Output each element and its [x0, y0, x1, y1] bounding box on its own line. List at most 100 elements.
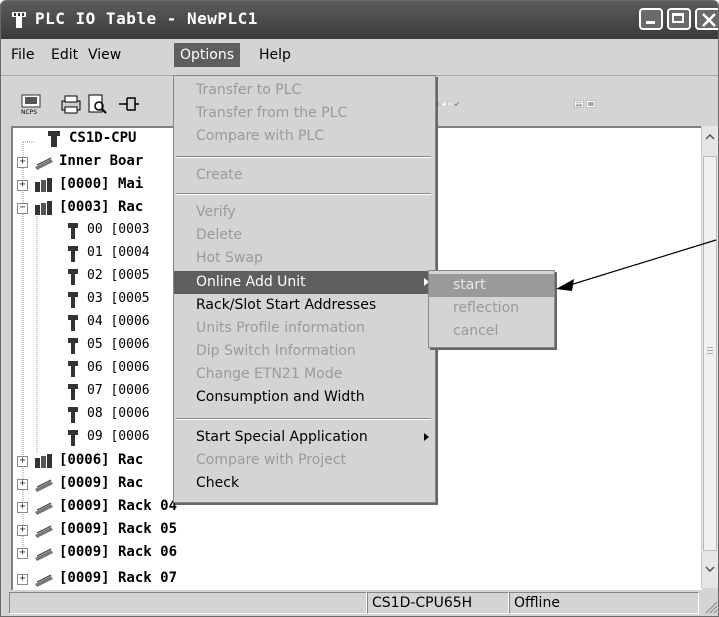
menu-item-start-special-application[interactable]: Start Special Application: [174, 426, 435, 449]
unit-icon: [68, 338, 78, 354]
status-cpu-model: CS1D-CPU65H: [367, 592, 509, 614]
tree-item-label: 00 [0003: [87, 222, 150, 237]
close-icon: [702, 13, 716, 27]
board-icon: [35, 525, 53, 538]
menu-item-delete[interactable]: Delete: [174, 224, 435, 247]
tree-item-label: [0009] Rack 05: [59, 521, 178, 537]
close-button[interactable]: [695, 8, 718, 30]
menu-item-transfer-from-plc[interactable]: Transfer from the PLC: [174, 102, 435, 125]
tree-item-label: [0009] Rack 04: [59, 498, 178, 514]
insert-unit-button[interactable]: [117, 93, 141, 115]
unit-tools-icon: *: [435, 102, 459, 106]
expand-toggle-icon[interactable]: +: [17, 525, 28, 536]
minimize-button[interactable]: [639, 8, 663, 30]
tree-item-label: CS1D-CPU: [69, 130, 137, 146]
expand-toggle-icon[interactable]: +: [17, 574, 28, 585]
expand-toggle-icon[interactable]: +: [17, 180, 28, 191]
online-add-unit-submenu: start reflection cancel: [428, 270, 555, 348]
ncps-button[interactable]: NCPS: [19, 93, 43, 116]
tree-item-label: 07 [0006: [87, 383, 150, 398]
menu-item-consumption-and-width[interactable]: Consumption and Width: [174, 386, 435, 409]
unit-icon: [68, 269, 78, 285]
insert-unit-icon: [119, 97, 139, 111]
tree-item-label: 01 [0004: [87, 245, 150, 260]
menu-view[interactable]: View: [88, 47, 121, 63]
menu-separator: [176, 156, 431, 158]
submenu-item-reflection[interactable]: reflection: [429, 297, 554, 320]
menu-item-change-etn21-mode[interactable]: Change ETN21 Mode: [174, 363, 435, 386]
menu-item-rack-slot-start-addresses[interactable]: Rack/Slot Start Addresses: [174, 294, 435, 317]
tree-item-label: Inner Boar: [59, 153, 144, 169]
unit-icon: [68, 292, 78, 308]
menu-item-dip-switch[interactable]: Dip Switch Information: [174, 340, 435, 363]
print-preview-button[interactable]: [85, 93, 109, 115]
tree-item-label: 02 [0005: [87, 268, 150, 283]
tree-item-label: [0006] Rac: [59, 452, 144, 468]
tree-item-label: [0009] Rack 06: [59, 544, 178, 560]
tree-item-label: [0009] Rac: [59, 475, 144, 491]
menu-item-compare-with-project[interactable]: Compare with Project: [174, 449, 435, 472]
minimize-icon: [646, 21, 655, 24]
menu-separator: [176, 418, 431, 420]
tree-item-rack-06[interactable]: + [0009] Rack 06: [13, 542, 613, 565]
unit-icon: [68, 384, 78, 400]
collapse-toggle-icon[interactable]: −: [17, 203, 28, 214]
expand-toggle-icon[interactable]: +: [17, 479, 28, 490]
plc-app-icon: [12, 12, 26, 28]
maximize-button[interactable]: [667, 8, 691, 30]
submenu-item-start[interactable]: start: [429, 274, 554, 297]
tree-item-rack-07[interactable]: + [0009] Rack 07: [13, 568, 613, 590]
menu-edit[interactable]: Edit: [51, 47, 78, 63]
menu-item-check[interactable]: Check: [174, 472, 435, 495]
io-table-icon: [574, 100, 596, 108]
menu-options[interactable]: Options: [174, 43, 241, 67]
vertical-scrollbar[interactable]: [701, 126, 718, 588]
resize-grip-icon[interactable]: [704, 600, 718, 614]
tree-item-label: [0000] Mai: [59, 176, 144, 192]
window-title: PLC IO Table - NewPLC1: [35, 9, 258, 28]
ncps-icon: NCPS: [21, 94, 41, 116]
scroll-up-icon[interactable]: [705, 134, 715, 140]
menu-item-compare-with-plc[interactable]: Compare with PLC: [174, 125, 435, 148]
unit-icon: [68, 361, 78, 377]
expand-toggle-icon[interactable]: +: [17, 502, 28, 513]
maximize-icon: [672, 13, 684, 23]
board-icon: [35, 502, 53, 515]
tree-item-rack-05[interactable]: + [0009] Rack 05: [13, 519, 613, 542]
options-menu: Transfer to PLC Transfer from the PLC Co…: [173, 75, 436, 503]
menu-file[interactable]: File: [11, 47, 34, 63]
unit-icon: [68, 430, 78, 446]
menu-item-transfer-to-plc[interactable]: Transfer to PLC: [174, 79, 435, 102]
tree-item-label: [0003] Rac: [59, 199, 144, 215]
menu-item-units-profile[interactable]: Units Profile information: [174, 317, 435, 340]
tree-item-label: 08 [0006: [87, 406, 150, 421]
menu-item-verify[interactable]: Verify: [174, 201, 435, 224]
menu-item-online-add-unit[interactable]: Online Add Unit: [174, 271, 435, 294]
io-tools-button[interactable]: [574, 93, 636, 115]
print-preview-icon: [88, 94, 107, 114]
menu-help[interactable]: Help: [259, 47, 291, 63]
unit-icon: [68, 315, 78, 331]
unit-icon: [68, 246, 78, 262]
menu-item-create[interactable]: Create: [174, 164, 435, 187]
toolbar-right-group: *: [435, 93, 556, 115]
tree-item-label: 04 [0006: [87, 314, 150, 329]
printer-icon: [61, 95, 81, 114]
scroll-down-icon[interactable]: [705, 566, 715, 572]
scroll-thumb[interactable]: [703, 156, 717, 551]
tree-item-label: 05 [0006: [87, 337, 150, 352]
expand-toggle-icon[interactable]: +: [17, 157, 28, 168]
tree-item-label: 06 [0006: [87, 360, 150, 375]
status-panel-empty: [9, 592, 367, 614]
tree-item-label: 03 [0005: [87, 291, 150, 306]
submenu-arrow-icon: [424, 433, 429, 441]
expand-toggle-icon[interactable]: +: [17, 456, 28, 467]
print-button[interactable]: [59, 93, 83, 115]
title-bar: PLC IO Table - NewPLC1: [1, 1, 718, 39]
board-icon: [35, 479, 53, 492]
menu-bar: File Edit View Options Help: [1, 39, 718, 76]
submenu-item-cancel[interactable]: cancel: [429, 320, 554, 343]
menu-item-hot-swap[interactable]: Hot Swap: [174, 247, 435, 270]
tree-item-label: [0009] Rack 07: [59, 570, 178, 586]
expand-toggle-icon[interactable]: +: [17, 548, 28, 559]
